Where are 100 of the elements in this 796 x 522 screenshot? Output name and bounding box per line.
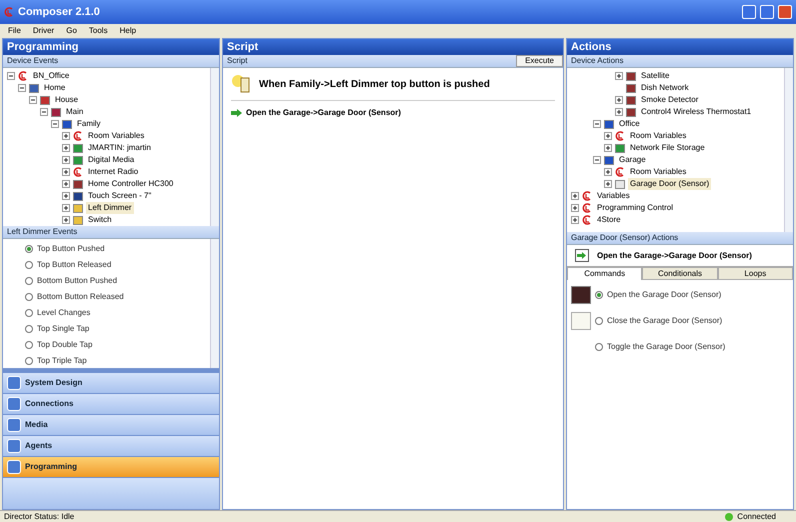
radio-button[interactable] (595, 317, 603, 325)
tree-item[interactable]: Family (75, 118, 103, 130)
radio-label[interactable]: Open the Garage Door (Sensor) (607, 289, 722, 301)
radio-button[interactable] (25, 261, 33, 269)
radio-button[interactable] (25, 277, 33, 285)
radio-button[interactable] (25, 325, 33, 333)
tree-item[interactable]: Room Variables (628, 166, 688, 178)
radio-button[interactable] (25, 293, 33, 301)
status-text: Director Status: Idle (4, 510, 74, 522)
tree-item[interactable]: Control4 Wireless Thermostat1 (639, 106, 754, 118)
tree-item[interactable]: Programming Control (595, 202, 676, 214)
radio-button[interactable] (25, 309, 33, 317)
tree-item[interactable]: Internet Radio (86, 166, 140, 178)
nav-button[interactable]: System Design (3, 373, 219, 393)
tab[interactable]: Loops (718, 267, 793, 280)
collapse-icon[interactable] (593, 120, 601, 128)
tree-item[interactable]: House (53, 94, 80, 106)
expand-icon[interactable] (62, 156, 70, 164)
nav-icon (7, 376, 21, 390)
expand-icon[interactable] (571, 192, 579, 200)
collapse-icon[interactable] (40, 108, 48, 116)
tree-item[interactable]: Smoke Detector (639, 94, 700, 106)
menu-item[interactable]: Tools (88, 25, 108, 37)
tree-item[interactable]: Home (42, 82, 68, 94)
close-button[interactable] (778, 5, 792, 19)
tree-item[interactable]: Room Variables (86, 130, 146, 142)
radio-label[interactable]: Top Double Tap (37, 339, 92, 351)
radio-button[interactable] (25, 245, 33, 253)
radio-label[interactable]: Top Button Pushed (37, 243, 105, 255)
window-title: Composer 2.1.0 (18, 4, 101, 20)
radio-label[interactable]: Top Triple Tap (37, 355, 87, 367)
tree-item[interactable]: Switch (86, 214, 114, 226)
expand-icon[interactable] (615, 72, 623, 80)
maximize-button[interactable] (760, 5, 774, 19)
menu-item[interactable]: Driver (32, 25, 54, 37)
collapse-icon[interactable] (51, 120, 59, 128)
scrollbar[interactable] (210, 68, 219, 226)
expand-icon[interactable] (615, 108, 623, 116)
radio-button[interactable] (25, 357, 33, 365)
bulb-switch-icon (231, 74, 251, 94)
tree-item[interactable]: Digital Media (86, 154, 136, 166)
radio-button[interactable] (25, 341, 33, 349)
scrollbar[interactable] (210, 239, 219, 368)
expand-icon[interactable] (62, 132, 70, 140)
radio-label[interactable]: Toggle the Garage Door (Sensor) (607, 341, 726, 353)
tree-item[interactable]: Main (64, 106, 86, 118)
tree-item[interactable]: Network File Storage (628, 142, 707, 154)
tree-item[interactable]: Home Controller HC300 (86, 178, 176, 190)
radio-button[interactable] (595, 343, 603, 351)
expand-icon[interactable] (62, 144, 70, 152)
tree-item[interactable]: BN_Office (31, 70, 72, 82)
collapse-icon[interactable] (7, 72, 15, 80)
expand-icon[interactable] (62, 216, 70, 224)
collapse-icon[interactable] (593, 156, 601, 164)
radio-label[interactable]: Bottom Button Released (37, 291, 124, 303)
expand-icon[interactable] (571, 204, 579, 212)
logo-icon (615, 167, 625, 177)
expand-icon[interactable] (62, 180, 70, 188)
radio-label[interactable]: Top Button Released (37, 259, 112, 271)
nav-button[interactable]: Connections (3, 394, 219, 414)
execute-button[interactable]: Execute (516, 55, 563, 67)
menu-item[interactable]: File (8, 25, 21, 37)
minimize-button[interactable] (742, 5, 756, 19)
expand-icon[interactable] (604, 168, 612, 176)
expand-icon[interactable] (615, 96, 623, 104)
expand-icon[interactable] (62, 168, 70, 176)
tree-item[interactable]: Room Variables (628, 130, 688, 142)
nav-button[interactable]: Agents (3, 436, 219, 456)
tree-item[interactable]: Variables (595, 190, 632, 202)
expand-icon[interactable] (604, 144, 612, 152)
nav-button[interactable]: Media (3, 415, 219, 435)
radio-button[interactable] (595, 291, 603, 299)
tab[interactable]: Commands (567, 267, 642, 280)
tree-item[interactable]: JMARTIN: jmartin (86, 142, 153, 154)
menu-item[interactable]: Help (120, 25, 136, 37)
tree-item[interactable]: Satellite (639, 70, 672, 82)
radio-label[interactable]: Level Changes (37, 307, 90, 319)
trigger-title: When Family->Left Dimmer top button is pushed (259, 78, 490, 92)
tree-item[interactable]: 4Store (595, 214, 623, 226)
script-step[interactable]: Open the Garage->Garage Door (Sensor) (246, 107, 401, 119)
menu-item[interactable]: Go (66, 25, 77, 37)
tree-item[interactable]: Garage Door (Sensor) (628, 178, 712, 190)
tree-item[interactable]: Office (617, 118, 642, 130)
expand-icon[interactable] (604, 180, 612, 188)
tree-item[interactable]: Dish Network (639, 82, 691, 94)
tree-item[interactable]: Left Dimmer (86, 202, 134, 214)
radio-label[interactable]: Bottom Button Pushed (37, 275, 118, 287)
nav-button[interactable]: Programming (3, 457, 219, 477)
expand-icon[interactable] (604, 132, 612, 140)
tree-item[interactable]: Touch Screen - 7" (86, 190, 154, 202)
expand-icon[interactable] (62, 192, 70, 200)
collapse-icon[interactable] (29, 96, 37, 104)
radio-label[interactable]: Top Single Tap (37, 323, 90, 335)
tree-item[interactable]: Garage (617, 154, 648, 166)
scrollbar[interactable] (784, 68, 793, 232)
collapse-icon[interactable] (18, 84, 26, 92)
expand-icon[interactable] (62, 204, 70, 212)
expand-icon[interactable] (571, 216, 579, 224)
radio-label[interactable]: Close the Garage Door (Sensor) (607, 315, 722, 327)
tab[interactable]: Conditionals (642, 267, 718, 280)
